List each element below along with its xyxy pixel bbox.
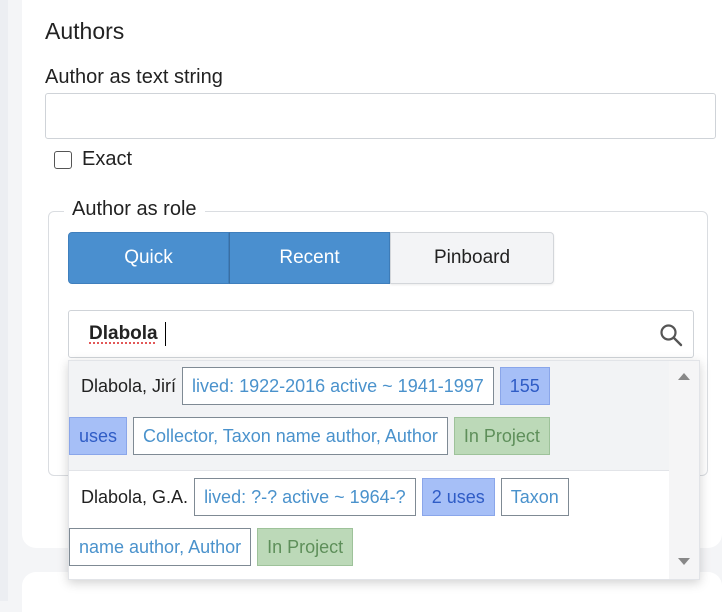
roles-chip: Taxon	[500, 478, 569, 516]
text-caret	[165, 322, 166, 346]
uses-chip: 155	[499, 367, 550, 405]
roles-chip-continued: name author, Author	[69, 528, 252, 566]
lived-chip: lived: 1922-2016 active ~ 1941-1997	[182, 367, 494, 405]
tab-recent[interactable]: Recent	[229, 232, 390, 284]
role-tabs: Quick Recent Pinboard	[68, 232, 554, 284]
scroll-up-arrow-icon[interactable]	[678, 373, 690, 380]
result-item[interactable]: Dlabola, Jirí lived: 1922-2016 active ~ …	[69, 361, 669, 471]
author-text-label: Author as text string	[45, 66, 223, 88]
in-project-badge: In Project	[257, 528, 354, 566]
result-item[interactable]: Dlabola, G.A. lived: ?-? active ~ 1964-?…	[69, 472, 669, 579]
tab-quick[interactable]: Quick	[68, 232, 229, 284]
result-name: Dlabola, G.A.	[81, 486, 189, 507]
exact-checkbox[interactable]	[54, 150, 72, 169]
author-role-legend: Author as role	[64, 198, 205, 221]
result-name: Dlabola, Jirí	[81, 375, 177, 396]
author-search-input[interactable]: Dlabola	[68, 310, 694, 358]
uses-chip-continued: uses	[69, 417, 128, 455]
lived-chip: lived: ?-? active ~ 1964-?	[194, 478, 416, 516]
search-icon[interactable]	[659, 323, 683, 352]
author-text-input[interactable]	[45, 93, 716, 139]
roles-chip: Collector, Taxon name author, Author	[133, 417, 448, 455]
sidebar-edge	[0, 0, 8, 601]
scroll-down-arrow-icon[interactable]	[678, 558, 690, 565]
search-value: Dlabola	[89, 323, 158, 344]
dropdown-scrollbar[interactable]	[669, 361, 699, 579]
uses-chip: 2 uses	[421, 478, 495, 516]
exact-option[interactable]: Exact	[54, 148, 132, 171]
in-project-badge: In Project	[453, 417, 550, 455]
search-results-dropdown: Dlabola, Jirí lived: 1922-2016 active ~ …	[68, 360, 700, 580]
tab-pinboard[interactable]: Pinboard	[390, 232, 554, 284]
exact-label: Exact	[82, 148, 133, 170]
section-title: Authors	[45, 18, 125, 44]
